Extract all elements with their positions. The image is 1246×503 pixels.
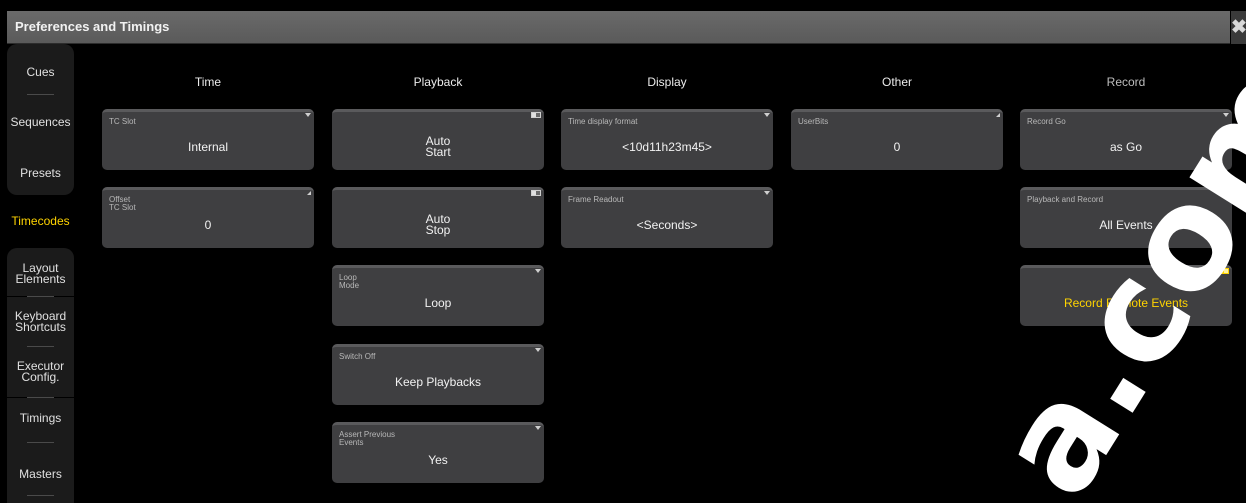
dropdown-triangle-icon — [764, 191, 770, 195]
sidebar-item-label: Timings — [19, 411, 62, 425]
button-value: Auto Start — [425, 134, 451, 159]
column-header-display: Display — [647, 75, 687, 89]
dropdown-triangle-icon — [535, 348, 541, 352]
button-value: Loop — [424, 295, 452, 310]
sidebar-item-cues[interactable]: Cues — [7, 44, 74, 101]
button-value: as Go — [1109, 139, 1142, 154]
button-value: <Seconds> — [636, 217, 698, 232]
dropdown-triangle-icon — [535, 269, 541, 273]
button-value: Yes — [428, 452, 448, 467]
sidebar-item-label: Executor Config. — [16, 359, 65, 384]
sidebar-divider — [27, 94, 54, 95]
button-value: <10d11h23m45> — [622, 139, 712, 154]
record-remote-events-button[interactable]: Record Remote Events — [1020, 265, 1232, 326]
sidebar-divider — [27, 442, 54, 443]
sidebar-item-label: Keyboard Shortcuts — [14, 309, 67, 334]
sidebar-item-label: Layout Elements — [15, 261, 66, 286]
edit-corner-icon — [307, 191, 311, 195]
record-go-button[interactable]: Record Go as Go — [1020, 109, 1232, 170]
sidebar-item-label: Presets — [20, 165, 61, 180]
tc-slot-button[interactable]: TC Slot Internal — [102, 109, 314, 170]
dropdown-triangle-icon — [305, 113, 311, 117]
playback-and-record-button[interactable]: Playback and Record All Events — [1020, 187, 1232, 248]
sidebar-item-presets[interactable]: Presets — [7, 145, 74, 195]
button-value: Auto Stop — [425, 212, 451, 237]
button-value: Record Remote Events — [1063, 295, 1189, 310]
offset-tc-slot-button[interactable]: Offset TC Slot 0 — [102, 187, 314, 248]
button-value: 0 — [893, 139, 901, 154]
sidebar-item-label: Timecodes — [11, 214, 70, 228]
window-title: Preferences and Timings — [15, 19, 170, 34]
dropdown-triangle-icon — [1223, 191, 1229, 195]
button-value: Keep Playbacks — [394, 374, 482, 389]
dropdown-triangle-icon — [764, 113, 770, 117]
column-header-time: Time — [194, 75, 222, 89]
sidebar-item-layout-elements[interactable]: Layout Elements — [7, 248, 74, 296]
sidebar-item-label: Masters — [19, 466, 62, 481]
assert-previous-events-button[interactable]: Assert Previous Events Yes — [332, 422, 544, 483]
toggle-on-icon — [1219, 268, 1229, 274]
column-header-record: Record — [1106, 75, 1146, 89]
sidebar-item-timecodes[interactable]: Timecodes — [7, 195, 74, 248]
sidebar-divider — [27, 495, 54, 496]
dropdown-triangle-icon — [535, 426, 541, 430]
column-header-other: Other — [881, 75, 912, 89]
sidebar-item-keyboard-shortcuts[interactable]: Keyboard Shortcuts — [7, 297, 74, 347]
toggle-off-icon — [531, 190, 541, 196]
app-window: Preferences and Timings ✖ Cues Sequences… — [0, 0, 1246, 503]
auto-start-button[interactable]: Auto Start — [332, 109, 544, 170]
dropdown-triangle-icon — [1223, 113, 1229, 117]
sidebar-item-label: Cues — [26, 65, 55, 79]
close-icon: ✖ — [1231, 17, 1246, 38]
time-display-format-button[interactable]: Time display format <10d11h23m45> — [561, 109, 773, 170]
userbits-button[interactable]: UserBits 0 — [791, 109, 1003, 170]
button-value: Internal — [187, 139, 229, 154]
button-value: 0 — [204, 217, 212, 232]
edit-corner-icon — [996, 113, 1000, 117]
loop-mode-button[interactable]: Loop Mode Loop — [332, 265, 544, 326]
sidebar-item-executor-config[interactable]: Executor Config. — [7, 347, 74, 397]
sidebar-item-label: Sequences — [10, 114, 71, 129]
sidebar: Cues Sequences Presets Timecodes Layout … — [7, 44, 74, 503]
switch-off-button[interactable]: Switch Off Keep Playbacks — [332, 344, 544, 405]
column-header-playback: Playback — [413, 75, 463, 89]
toggle-off-icon — [531, 112, 541, 118]
button-value: All Events — [1099, 217, 1153, 232]
auto-stop-button[interactable]: Auto Stop — [332, 187, 544, 248]
frame-readout-button[interactable]: Frame Readout <Seconds> — [561, 187, 773, 248]
sidebar-item-sequences[interactable]: Sequences — [7, 101, 74, 145]
close-button[interactable]: ✖ — [1231, 11, 1246, 44]
title-bar: Preferences and Timings — [7, 11, 1230, 44]
